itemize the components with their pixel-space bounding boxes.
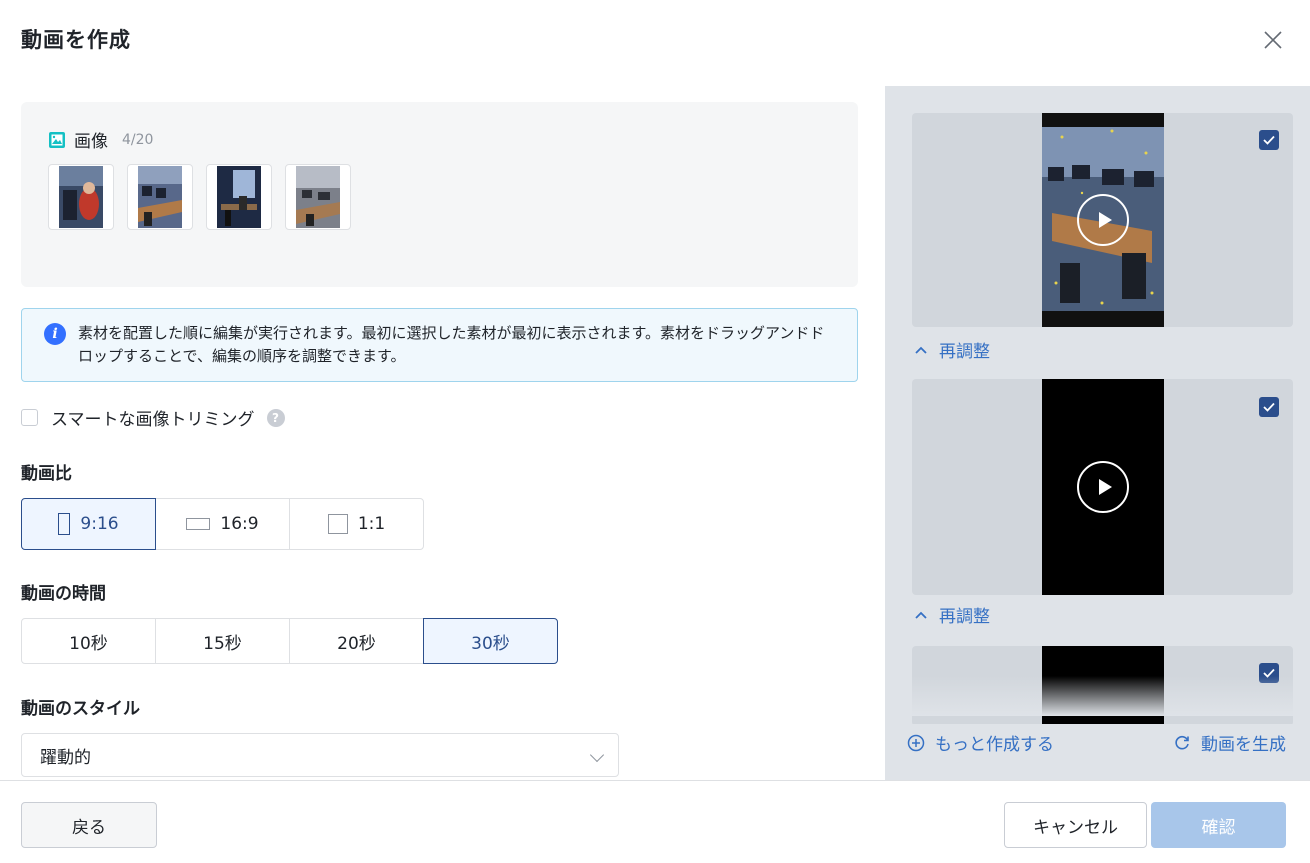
style-label: 動画のスタイル — [21, 699, 140, 719]
preview-panel[interactable]: 再調整 再調整 もっと作成する 動画を生成 — [885, 86, 1310, 780]
image-thumbnail[interactable] — [285, 164, 351, 230]
landscape-icon — [186, 518, 211, 530]
generate-video-label: 動画を生成 — [1201, 735, 1286, 755]
portrait-icon — [58, 513, 71, 535]
dialog-footer: 戻る キャンセル 確認 — [0, 780, 1310, 863]
image-thumbnail[interactable] — [206, 164, 272, 230]
style-select-value: 躍動的 — [40, 747, 91, 768]
create-more-label: もっと作成する — [935, 735, 1054, 755]
image-header: 画像 4/20 — [48, 127, 153, 152]
ratio-option-label: 16:9 — [220, 514, 259, 534]
video-checkbox[interactable] — [1259, 130, 1279, 150]
generate-video-button[interactable]: 動画を生成 — [1173, 730, 1286, 755]
readjust-label: 再調整 — [939, 342, 990, 362]
ratio-option-16-9[interactable]: 16:9 — [155, 498, 290, 550]
create-more-button[interactable]: もっと作成する — [907, 730, 1054, 755]
duration-option-30[interactable]: 30秒 — [423, 618, 558, 664]
ratio-option-label: 9:16 — [80, 514, 119, 534]
readjust-label: 再調整 — [939, 607, 990, 627]
dialog-header: 動画を作成 — [0, 0, 1310, 80]
back-button[interactable]: 戻る — [21, 802, 157, 848]
confirm-button[interactable]: 確認 — [1151, 802, 1286, 848]
image-thumbnails — [48, 164, 351, 230]
ratio-selector: 9:16 16:9 1:1 — [21, 498, 424, 550]
style-select[interactable]: 躍動的 — [21, 733, 619, 777]
readjust-link[interactable]: 再調整 — [915, 337, 990, 362]
video-preview-card[interactable] — [912, 113, 1293, 327]
chevron-down-icon — [589, 747, 605, 763]
plus-circle-icon — [907, 734, 925, 751]
readjust-link[interactable]: 再調整 — [915, 602, 990, 627]
duration-option-15[interactable]: 15秒 — [155, 618, 290, 664]
image-panel: 画像 4/20 — [21, 102, 858, 287]
duration-option-10[interactable]: 10秒 — [21, 618, 156, 664]
image-count: 4/20 — [122, 131, 154, 148]
info-notice: i 素材を配置した順に編集が実行されます。最初に選択した素材が最初に表示されます… — [21, 308, 858, 382]
info-icon: i — [44, 323, 66, 345]
smart-trim-checkbox[interactable] — [21, 409, 38, 426]
square-icon — [327, 514, 348, 534]
image-thumbnail[interactable] — [48, 164, 114, 230]
office-photo-1 — [59, 166, 103, 228]
image-thumbnail[interactable] — [127, 164, 193, 230]
video-preview-card[interactable] — [912, 379, 1293, 595]
play-icon[interactable] — [1077, 194, 1129, 246]
scroll-fade — [885, 676, 1310, 716]
refresh-icon — [1175, 735, 1189, 749]
duration-option-20[interactable]: 20秒 — [289, 618, 424, 664]
image-icon — [49, 131, 65, 148]
dialog-title: 動画を作成 — [21, 28, 131, 52]
chevron-up-icon — [915, 611, 927, 619]
question-icon[interactable]: ? — [266, 408, 285, 427]
office-photo-2 — [138, 166, 182, 228]
ratio-option-9-16[interactable]: 9:16 — [21, 498, 156, 550]
duration-selector: 10秒 15秒 20秒 30秒 — [21, 618, 558, 664]
cancel-button[interactable]: キャンセル — [1004, 802, 1147, 848]
smart-trim-option[interactable]: スマートな画像トリミング ? — [21, 405, 285, 430]
smart-trim-label: スマートな画像トリミング — [51, 410, 255, 430]
office-photo-3 — [217, 166, 261, 228]
ratio-label: 動画比 — [21, 464, 72, 484]
video-checkbox[interactable] — [1259, 397, 1279, 417]
image-label: 画像 — [74, 132, 108, 152]
preview-actions: もっと作成する 動画を生成 — [885, 724, 1310, 780]
chevron-up-icon — [915, 346, 927, 354]
info-text: 素材を配置した順に編集が実行されます。最初に選択した素材が最初に表示されます。素… — [78, 324, 825, 365]
ratio-option-1-1[interactable]: 1:1 — [289, 498, 424, 550]
play-icon[interactable] — [1077, 461, 1129, 513]
office-photo-4 — [296, 166, 340, 228]
close-icon[interactable] — [1260, 27, 1286, 53]
duration-label: 動画の時間 — [21, 584, 106, 604]
ratio-option-label: 1:1 — [357, 514, 386, 534]
